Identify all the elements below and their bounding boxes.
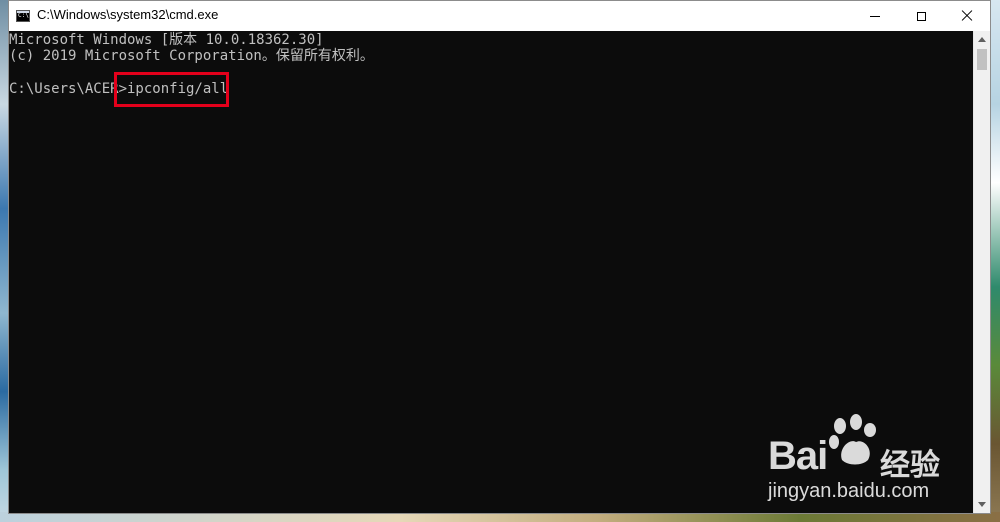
window-title: C:\Windows\system32\cmd.exe	[37, 7, 219, 22]
scroll-thumb[interactable]	[977, 49, 987, 70]
console-line-copyright: (c) 2019 Microsoft Corporation。保留所有权利。	[9, 48, 374, 64]
watermark-url: jingyan.baidu.com	[768, 480, 930, 502]
close-icon	[961, 10, 973, 22]
desktop-background-left	[0, 0, 8, 522]
command-highlight-box	[114, 72, 229, 107]
cmd-app-icon[interactable]: C:\	[16, 10, 30, 22]
baidu-jingyan-watermark: Bai 经验 jingyan.baidu.com	[768, 412, 948, 502]
chevron-down-icon	[978, 502, 986, 507]
vertical-scrollbar[interactable]	[973, 31, 990, 513]
desktop-background-right	[990, 0, 1000, 522]
watermark-chinese-text: 经验	[880, 448, 940, 483]
close-button[interactable]	[944, 1, 990, 31]
title-bar[interactable]: C:\ C:\Windows\system32\cmd.exe	[9, 1, 990, 32]
minimize-icon	[870, 15, 880, 17]
maximize-button[interactable]	[898, 1, 944, 31]
scroll-down-button[interactable]	[974, 496, 990, 513]
maximize-icon	[916, 11, 926, 21]
watermark-logo-text: Bai	[768, 434, 828, 478]
console-line-version: Microsoft Windows [版本 10.0.18362.30]	[9, 32, 324, 48]
chevron-up-icon	[978, 37, 986, 42]
scroll-up-button[interactable]	[974, 31, 990, 48]
baidu-paw-icon	[829, 414, 876, 465]
minimize-button[interactable]	[852, 1, 898, 31]
